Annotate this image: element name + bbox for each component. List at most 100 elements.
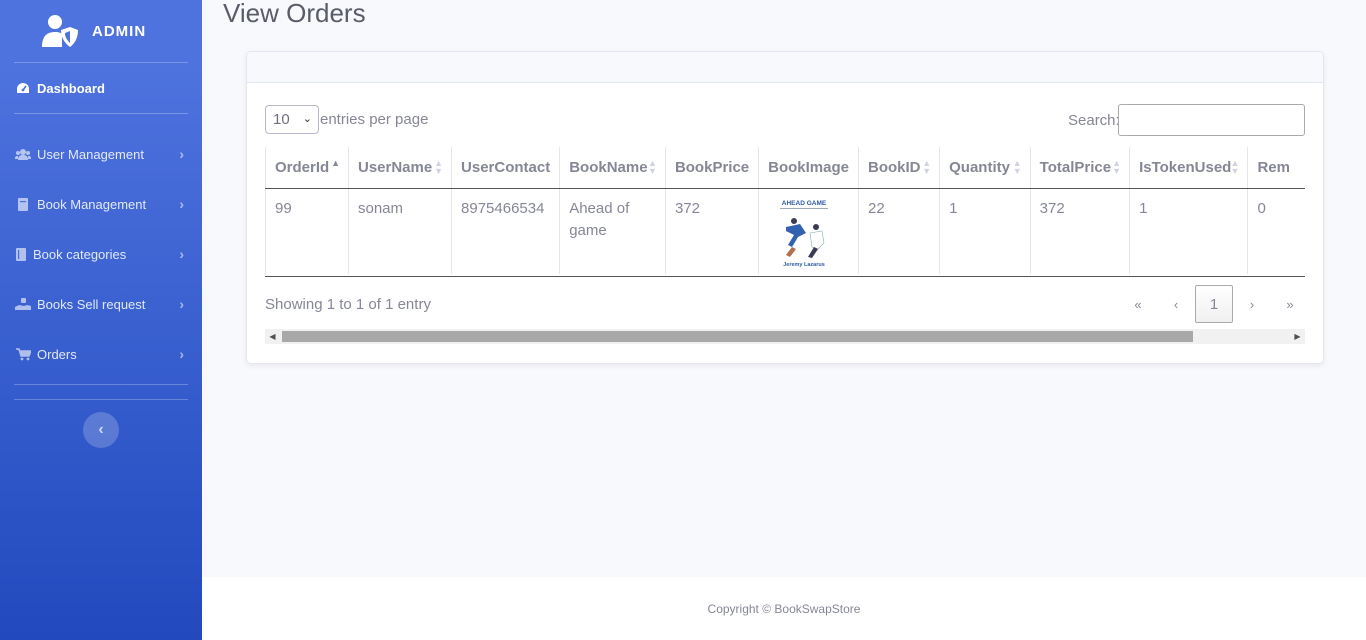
- sort-icon: ▲ ▼: [648, 158, 657, 176]
- entries-value: 10: [273, 111, 290, 128]
- sort-icon: ▲ ▼: [1012, 158, 1022, 176]
- sidebar-item-label: Book categories: [33, 246, 127, 262]
- cell-username: sonam: [347, 188, 452, 274]
- entries-per-page-select[interactable]: 10 ⌄: [265, 105, 319, 134]
- cell-bookimage: AHEAD GAME Jeremy Lazarus: [758, 188, 859, 274]
- first-page-button[interactable]: «: [1119, 285, 1157, 323]
- main-content: View Orders 10 ⌄ entries per page Search…: [202, 0, 1366, 640]
- table-row: 99 sonam 8975466534 Ahead of game 372 AH…: [265, 188, 1305, 274]
- sidebar-item-orders[interactable]: Orders ›: [0, 329, 202, 379]
- orders-table-wrapper: OrderId ▲ UserName ▲ ▼ UserContact BookName…: [265, 147, 1305, 277]
- last-page-button[interactable]: »: [1271, 285, 1309, 323]
- search-input[interactable]: [1118, 104, 1305, 136]
- chevron-down-icon: ⌄: [302, 113, 312, 125]
- column-label: BookName: [569, 158, 648, 176]
- column-label: Rem: [1257, 158, 1290, 176]
- orders-card: 10 ⌄ entries per page Search: OrderId ▲ U…: [246, 51, 1324, 364]
- users-icon: [15, 147, 31, 161]
- column-header-usercontact[interactable]: UserContact: [451, 147, 560, 189]
- sidebar-item-label: Orders: [37, 346, 77, 362]
- cell-orderid: 99: [265, 188, 349, 274]
- sort-icon: ▲: [331, 158, 340, 168]
- horizontal-scrollbar[interactable]: ◀ ▶: [265, 329, 1305, 344]
- footer: Copyright © BookSwapStore: [202, 577, 1366, 640]
- chevron-right-icon: ›: [179, 196, 184, 212]
- sidebar-item-label: User Management: [37, 146, 144, 162]
- cell-bookname: Ahead of game: [559, 188, 666, 274]
- cart-icon: [15, 347, 31, 361]
- sidebar-divider: [14, 384, 188, 385]
- search-label: Search:: [1068, 112, 1120, 129]
- sidebar-toggle-button[interactable]: ‹: [83, 412, 119, 448]
- column-label: UserContact: [461, 158, 551, 176]
- scroll-right-icon[interactable]: ▶: [1290, 329, 1305, 344]
- cell-quantity: 1: [939, 188, 1031, 274]
- sidebar-divider: [14, 113, 188, 114]
- cell-totalprice: 372: [1029, 188, 1130, 274]
- cell-usercontact: 8975466534: [451, 188, 560, 274]
- sidebar-brand[interactable]: ADMIN: [0, 0, 202, 62]
- sort-icon: ▲ ▼: [1112, 158, 1122, 176]
- chevron-right-icon: ›: [179, 246, 184, 262]
- sort-icon: ▲ ▼: [922, 158, 932, 176]
- column-label: UserName: [358, 158, 433, 176]
- table-info: Showing 1 to 1 of 1 entry: [265, 296, 431, 313]
- table-header-row: OrderId ▲ UserName ▲ ▼ UserContact BookName…: [265, 147, 1305, 189]
- column-header-bookname[interactable]: BookName ▲ ▼: [559, 147, 666, 189]
- user-shield-icon: [42, 15, 78, 47]
- sort-icon: ▲ ▼: [1230, 158, 1240, 176]
- previous-page-button[interactable]: ‹: [1157, 285, 1195, 323]
- card-header: [247, 52, 1323, 83]
- sidebar-item-label: Dashboard: [37, 80, 105, 96]
- scrollbar-thumb[interactable]: [282, 331, 1193, 342]
- entries-label: entries per page: [320, 111, 429, 128]
- column-label: BookPrice: [674, 158, 750, 176]
- column-label: IsTokenUsed: [1139, 158, 1232, 176]
- chevron-right-icon: ›: [179, 146, 184, 162]
- column-label: OrderId: [275, 158, 330, 176]
- book-icon: [15, 247, 27, 261]
- column-label: Quantity: [949, 158, 1010, 176]
- column-header-bookprice[interactable]: BookPrice: [664, 147, 759, 189]
- column-header-istokenused[interactable]: IsTokenUsed ▲ ▼: [1129, 147, 1248, 189]
- pagination: « ‹ 1 › »: [1119, 285, 1309, 323]
- column-header-totalprice[interactable]: TotalPrice ▲ ▼: [1029, 147, 1130, 189]
- sidebar-item-books-sell-request[interactable]: Books Sell request ›: [0, 279, 202, 329]
- column-header-bookid[interactable]: BookID ▲ ▼: [857, 147, 940, 189]
- column-header-orderid[interactable]: OrderId ▲: [265, 147, 349, 189]
- sidebar-item-user-management[interactable]: User Management ›: [0, 129, 202, 179]
- sidebar-item-book-categories[interactable]: Book categories ›: [0, 229, 202, 279]
- chevron-right-icon: ›: [179, 296, 184, 312]
- scroll-left-icon[interactable]: ◀: [265, 329, 280, 344]
- column-label: BookImage: [768, 158, 849, 176]
- cell-bookprice: 372: [664, 188, 759, 274]
- column-header-bookimage[interactable]: BookImage: [758, 147, 859, 189]
- cell-bookid: 22: [857, 188, 940, 274]
- next-page-button[interactable]: ›: [1233, 285, 1271, 323]
- sidebar-item-book-management[interactable]: Book Management ›: [0, 179, 202, 229]
- hand-holding-icon: [15, 297, 31, 311]
- cell-rem: 0: [1247, 188, 1305, 274]
- sort-icon: ▲ ▼: [434, 158, 444, 176]
- sidebar-item-dashboard[interactable]: Dashboard: [0, 63, 202, 113]
- book-cover-title: AHEAD GAME: [782, 200, 827, 207]
- column-header-rem[interactable]: Rem: [1247, 147, 1305, 189]
- sidebar: ADMIN Dashboard User Management › Book M…: [0, 0, 202, 640]
- sidebar-item-label: Book Management: [37, 196, 147, 212]
- column-label: BookID: [868, 158, 921, 176]
- cell-istokenused: 1: [1129, 188, 1248, 274]
- book-cover-image: AHEAD GAME Jeremy Lazarus: [772, 196, 837, 269]
- sidebar-item-label: Books Sell request: [37, 296, 146, 312]
- column-header-username[interactable]: UserName ▲ ▼: [347, 147, 452, 189]
- book-cover-author: Jeremy Lazarus: [783, 262, 825, 268]
- copyright-text: Copyright © BookSwapStore: [707, 601, 861, 616]
- page-title: View Orders: [223, 0, 366, 28]
- chevron-left-icon: ‹: [98, 421, 104, 438]
- brand-name: ADMIN: [92, 22, 147, 40]
- sidebar-divider: [14, 399, 188, 400]
- tachometer-icon: [15, 81, 31, 95]
- column-header-quantity[interactable]: Quantity ▲ ▼: [939, 147, 1031, 189]
- page-1-button[interactable]: 1: [1195, 285, 1233, 323]
- column-label: TotalPrice: [1039, 158, 1112, 176]
- book-icon: [15, 197, 31, 211]
